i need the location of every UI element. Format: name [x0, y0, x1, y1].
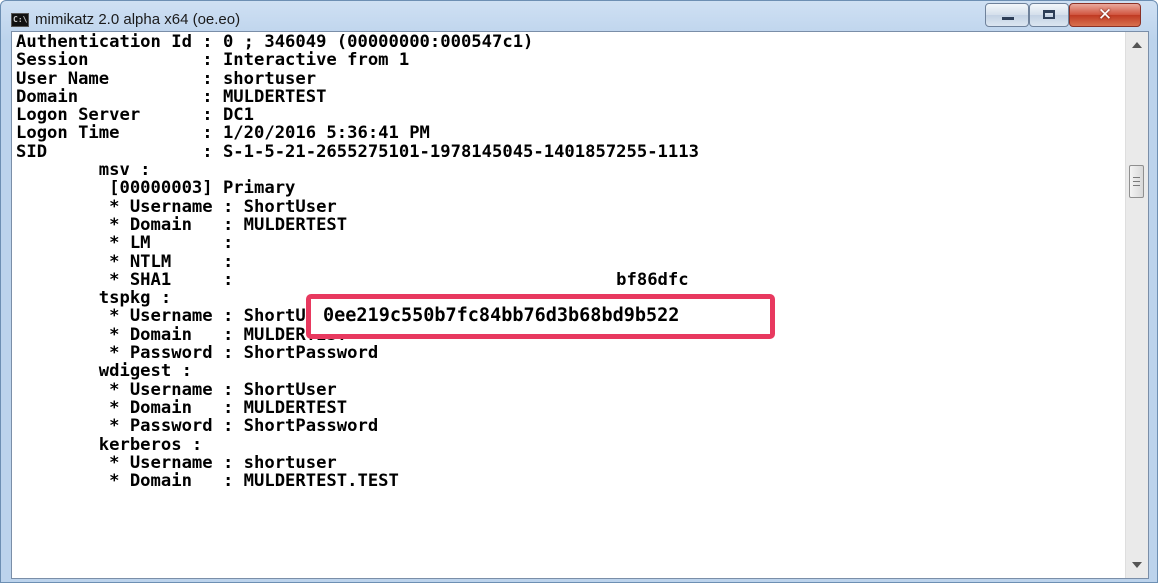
console-line: Session : Interactive from 1 — [16, 50, 410, 71]
console-line: kerberos : — [16, 434, 203, 455]
console-window: C:\ mimikatz 2.0 alpha x64 (oe.eo) ✕ Aut… — [0, 0, 1158, 583]
ntlm-hash-value: 0ee219c550b7fc84bb76d3b68bd9b522 — [323, 305, 680, 326]
scroll-down-arrow-icon[interactable] — [1132, 562, 1142, 568]
scrollbar-thumb[interactable] — [1129, 165, 1144, 198]
console-line: Domain : MULDERTEST — [16, 86, 327, 107]
ntlm-hash-highlight-box: 0ee219c550b7fc84bb76d3b68bd9b522 — [306, 294, 775, 339]
scroll-up-arrow-icon[interactable] — [1132, 42, 1142, 48]
console-line: wdigest : — [16, 361, 192, 382]
console-line: * Username : ShortUser — [16, 379, 337, 400]
console-line: Logon Time : 1/20/2016 5:36:41 PM — [16, 123, 430, 144]
console-line: * Password : ShortPassword — [16, 416, 379, 437]
console-icon-text: C:\ — [13, 15, 28, 24]
console-line: [00000003] Primary — [16, 178, 296, 199]
minimize-button[interactable] — [985, 3, 1029, 27]
console-line: * Domain : MULDERTEST — [16, 397, 348, 418]
console-line: * SHA1 : bf86dfc — [16, 269, 689, 290]
console-line: * Username : ShortUser — [16, 196, 337, 217]
console-text: Authentication Id : 0 ; 346049 (00000000… — [16, 32, 1116, 492]
window-title: mimikatz 2.0 alpha x64 (oe.eo) — [35, 11, 241, 28]
console-line: Logon Server : DC1 — [16, 105, 254, 126]
close-icon: ✕ — [1097, 5, 1113, 25]
grip-line — [1133, 177, 1140, 178]
minimize-icon — [1002, 17, 1014, 20]
console-line: * NTLM : — [16, 251, 234, 272]
console-line: User Name : shortuser — [16, 68, 317, 89]
maximize-button[interactable] — [1029, 3, 1069, 27]
console-line: msv : — [16, 160, 151, 181]
console-line: * LM : — [16, 233, 234, 254]
console-icon[interactable]: C:\ — [11, 13, 29, 27]
console-line: SID : S-1-5-21-2655275101-1978145045-140… — [16, 141, 699, 162]
close-button[interactable]: ✕ — [1069, 3, 1141, 27]
console-line: * Username : shortuser — [16, 452, 337, 473]
console-line: Authentication Id : 0 ; 346049 (00000000… — [16, 32, 534, 52]
console-line: * Password : ShortPassword — [16, 343, 379, 364]
maximize-icon — [1043, 10, 1055, 19]
grip-line — [1133, 185, 1140, 186]
grip-line — [1133, 181, 1140, 182]
console-line: * Domain : MULDERTEST.TEST — [16, 471, 399, 492]
console-line: * Domain : MULDERTEST — [16, 214, 348, 235]
vertical-scrollbar[interactable] — [1125, 32, 1148, 578]
